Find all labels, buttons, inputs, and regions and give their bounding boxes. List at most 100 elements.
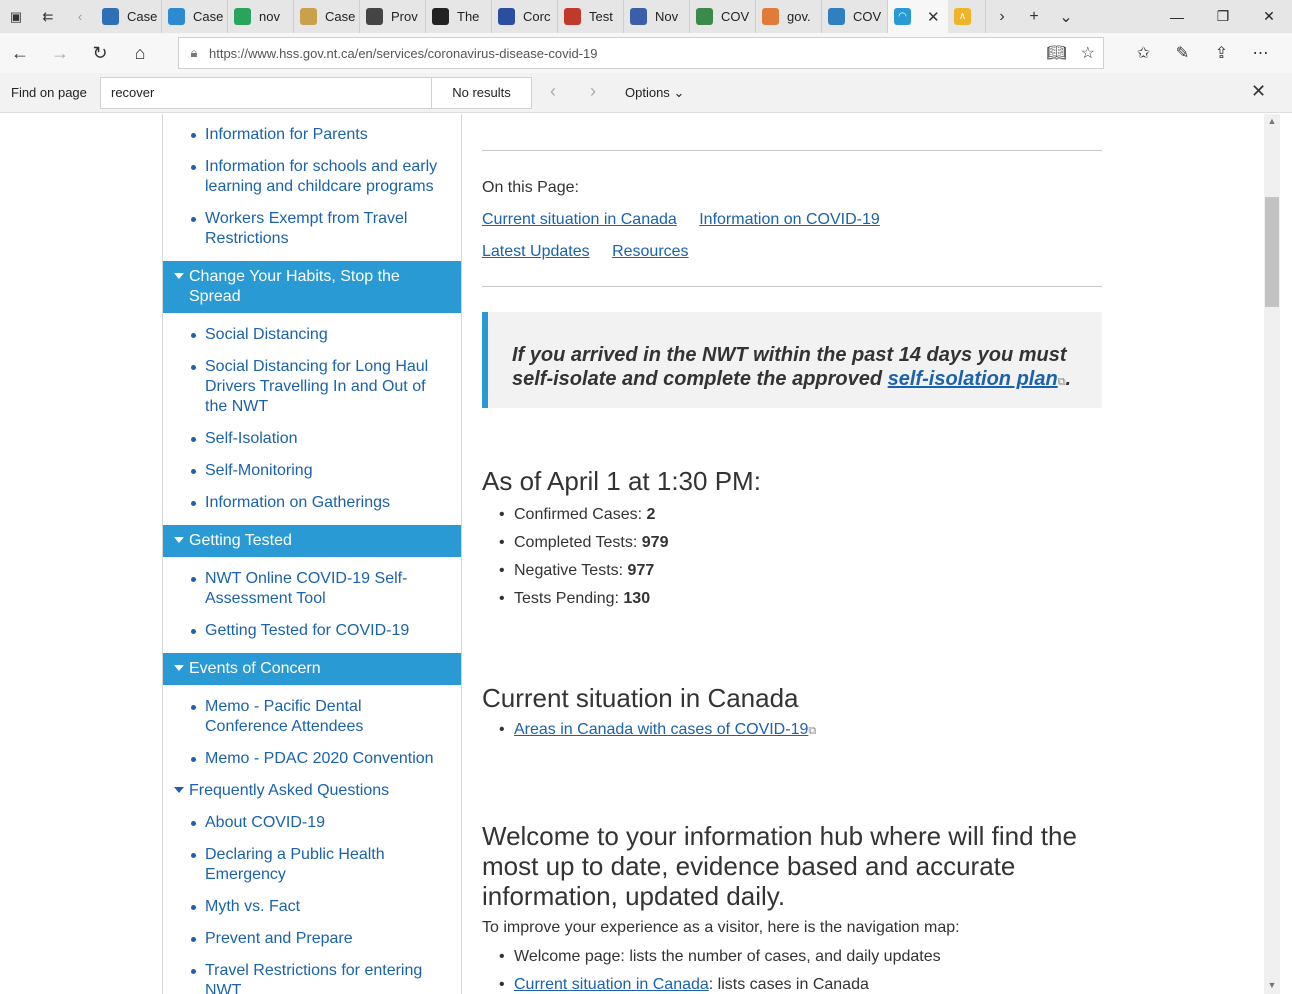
tab[interactable]: COV xyxy=(822,0,888,33)
navigation-map-text: : lists cases in Canada xyxy=(708,976,869,993)
tab[interactable]: The xyxy=(426,0,492,33)
jump-link-resources[interactable]: Resources xyxy=(612,243,688,260)
find-previous-icon[interactable]: ‹ xyxy=(550,81,556,102)
forward-icon[interactable]: → xyxy=(40,33,80,73)
scroll-up-icon[interactable]: ▲ xyxy=(1264,116,1280,126)
scroll-tabs-left-icon[interactable]: ‹ xyxy=(64,0,96,33)
share-icon[interactable]: ⇪ xyxy=(1202,33,1241,73)
tab[interactable]: Test xyxy=(558,0,624,33)
tab-label: nov xyxy=(259,9,280,24)
sidebar-link[interactable]: Memo - PDAC 2020 Convention xyxy=(163,749,461,769)
tab[interactable]: Case xyxy=(96,0,162,33)
navigation-map-text: Welcome page: lists the number of cases,… xyxy=(514,948,941,965)
tab[interactable]: Prov xyxy=(360,0,426,33)
tab-actions-icon[interactable]: ▣ xyxy=(0,0,32,33)
jump-link-current-situation[interactable]: Current situation in Canada xyxy=(482,211,677,228)
minimize-icon[interactable]: — xyxy=(1154,0,1200,33)
tab-label: Corc xyxy=(523,9,551,24)
jump-link-information[interactable]: Information on COVID-19 xyxy=(699,211,880,228)
sidebar-link[interactable]: Prevent and Prepare xyxy=(163,929,461,949)
self-isolation-plan-link[interactable]: self-isolation plan xyxy=(888,368,1058,390)
stat-value: 130 xyxy=(623,590,651,607)
tab-list: Case Case nov Case Prov The Corc Test Nov COV gov.… xyxy=(96,0,888,33)
tab[interactable]: Case xyxy=(162,0,228,33)
scroll-thumb[interactable] xyxy=(1265,197,1279,307)
find-next-icon[interactable]: › xyxy=(590,81,596,102)
sidebar-section-testing[interactable]: Getting Tested xyxy=(163,525,461,557)
tab-label: COV xyxy=(721,9,750,24)
find-options-button[interactable]: Options ⌄ xyxy=(625,85,684,101)
tab-list-dropdown-icon[interactable]: ⌄ xyxy=(1050,0,1082,33)
sidebar-link[interactable]: Myth vs. Fact xyxy=(163,897,461,917)
case-stats-list: Confirmed Cases: 2Completed Tests: 979Ne… xyxy=(482,501,1102,613)
sidebar-link[interactable]: Declaring a Public Health Emergency xyxy=(163,845,461,885)
stats-heading: As of April 1 at 1:30 PM: xyxy=(482,466,761,496)
on-this-page-label: On this Page: xyxy=(482,179,579,196)
external-link-icon: ⧉ xyxy=(1057,376,1066,388)
find-close-icon[interactable]: ✕ xyxy=(1251,81,1266,102)
sidebar-link[interactable]: Information for Parents xyxy=(163,125,461,145)
tab-label: Prov xyxy=(391,9,418,24)
tab-favicon xyxy=(696,8,713,25)
tab-favicon xyxy=(168,8,185,25)
vertical-scrollbar[interactable]: ▲ ▼ xyxy=(1264,114,1280,994)
favorites-icon[interactable]: ✩ xyxy=(1124,33,1163,73)
favorite-star-icon[interactable]: ☆ xyxy=(1081,43,1095,63)
sidebar-section-habits[interactable]: Change Your Habits, Stop the Spread xyxy=(163,261,461,313)
find-label: Find on page xyxy=(11,85,87,100)
find-input[interactable]: recover xyxy=(100,77,432,109)
notes-icon[interactable]: ✎ xyxy=(1163,33,1202,73)
close-tab-icon[interactable]: ✕ xyxy=(927,8,940,26)
sidebar-link[interactable]: Information for schools and early learni… xyxy=(163,157,461,197)
sidebar-link[interactable]: Self-Monitoring xyxy=(163,461,461,481)
navigation-bar: ← → ↻ ⌂ 🔒︎ https://www.hss.gov.nt.ca/en/… xyxy=(0,33,1292,73)
tab-favicon: ◠ xyxy=(894,8,911,25)
sidebar-link[interactable]: Information on Gatherings xyxy=(163,493,461,513)
sidebar-link[interactable]: Memo - Pacific Dental Conference Attende… xyxy=(163,697,461,737)
self-isolation-notice: If you arrived in the NWT within the pas… xyxy=(482,312,1102,408)
back-icon[interactable]: ← xyxy=(0,33,40,73)
scroll-down-icon[interactable]: ▼ xyxy=(1264,980,1280,990)
stat-item: Tests Pending: 130 xyxy=(482,585,1102,613)
areas-in-canada-link[interactable]: Areas in Canada with cases of COVID-19 xyxy=(514,721,808,738)
sidebar-section-faq[interactable]: Frequently Asked Questions xyxy=(163,781,461,801)
tab[interactable]: Case xyxy=(294,0,360,33)
more-icon[interactable]: ⋯ xyxy=(1241,33,1280,73)
tab-label: COV xyxy=(853,9,882,24)
on-this-page-links: Current situation in Canada Information … xyxy=(482,211,1102,261)
sidebar-link[interactable]: Workers Exempt from Travel Restrictions xyxy=(163,209,461,249)
scroll-tabs-right-icon[interactable]: › xyxy=(986,0,1018,33)
tab[interactable]: gov. xyxy=(756,0,822,33)
tab[interactable]: nov xyxy=(228,0,294,33)
tab-active[interactable]: ◠ ✕ xyxy=(888,0,948,33)
sidebar-link[interactable]: Travel Restrictions for entering NWT xyxy=(163,961,461,994)
tab-partial[interactable]: ∧ xyxy=(948,0,986,33)
sidebar-link[interactable]: Social Distancing for Long Haul Drivers … xyxy=(163,357,461,417)
set-aside-tabs-icon[interactable]: ⇇ xyxy=(32,0,64,33)
reading-view-icon[interactable]: 📖︎ xyxy=(1046,43,1066,63)
new-tab-icon[interactable]: + xyxy=(1018,0,1050,33)
navigation-map-link[interactable]: Current situation in Canada xyxy=(514,976,709,993)
sidebar-link[interactable]: About COVID-19 xyxy=(163,813,461,833)
sidebar-link[interactable]: Social Distancing xyxy=(163,325,461,345)
sidebar-link[interactable]: Self-Isolation xyxy=(163,429,461,449)
tab[interactable]: COV xyxy=(690,0,756,33)
sidebar-section-events[interactable]: Events of Concern xyxy=(163,653,461,685)
restore-icon[interactable]: ❐ xyxy=(1200,0,1246,33)
stat-label: Confirmed Cases: xyxy=(514,506,647,523)
find-options-label: Options xyxy=(625,85,670,100)
tab-label: Case xyxy=(193,9,224,24)
url-text[interactable]: https://www.hss.gov.nt.ca/en/services/co… xyxy=(209,46,597,61)
close-window-icon[interactable]: ✕ xyxy=(1246,0,1292,33)
external-link-icon: ⧉ xyxy=(808,725,817,737)
tab[interactable]: Corc xyxy=(492,0,558,33)
home-icon[interactable]: ⌂ xyxy=(120,33,160,73)
refresh-icon[interactable]: ↻ xyxy=(80,33,120,73)
jump-link-latest-updates[interactable]: Latest Updates xyxy=(482,243,590,260)
tab-favicon xyxy=(234,8,251,25)
lock-icon: 🔒︎ xyxy=(190,45,198,60)
tab[interactable]: Nov xyxy=(624,0,690,33)
sidebar-link[interactable]: NWT Online COVID-19 Self-Assessment Tool xyxy=(163,569,461,609)
address-bar[interactable]: 🔒︎ https://www.hss.gov.nt.ca/en/services… xyxy=(178,37,1104,69)
sidebar-link[interactable]: Getting Tested for COVID-19 xyxy=(163,621,461,641)
